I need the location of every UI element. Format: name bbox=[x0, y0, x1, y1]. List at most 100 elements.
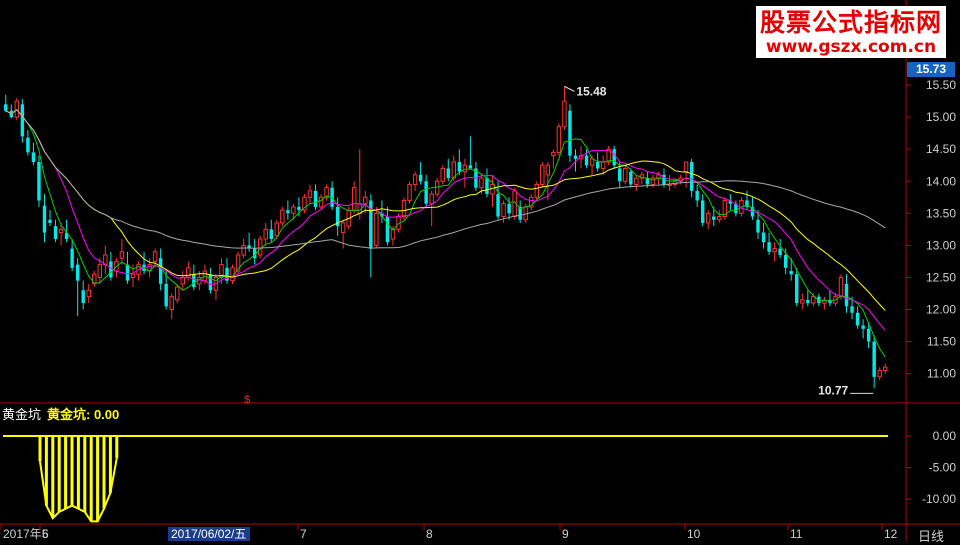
candle-body bbox=[31, 152, 36, 163]
candle-body bbox=[490, 183, 495, 195]
candle-body bbox=[612, 149, 616, 166]
candle-body bbox=[872, 341, 876, 377]
candle-body bbox=[883, 366, 888, 371]
candle-body bbox=[838, 276, 844, 298]
candle-body bbox=[877, 369, 882, 378]
candle-body bbox=[462, 164, 468, 173]
candle-body bbox=[125, 264, 130, 281]
candle-body bbox=[390, 228, 396, 240]
candle-body bbox=[689, 162, 694, 191]
sub-tick-label: -5.00 bbox=[929, 461, 957, 475]
candle-body bbox=[623, 167, 628, 182]
candle-body bbox=[795, 274, 799, 304]
candle-body bbox=[866, 328, 871, 342]
candle-body bbox=[26, 137, 30, 153]
candle-body bbox=[806, 299, 810, 304]
candle-body bbox=[407, 183, 412, 202]
candle-body bbox=[540, 164, 545, 185]
candle-body bbox=[584, 155, 589, 166]
candle-body bbox=[418, 174, 423, 182]
moving-average-line bbox=[5, 109, 886, 358]
price-tick-label: 12.50 bbox=[926, 270, 956, 284]
candle-body bbox=[600, 161, 606, 169]
candle-body bbox=[434, 180, 440, 195]
candle-body bbox=[656, 174, 661, 179]
candle-body bbox=[551, 151, 556, 157]
candle-body bbox=[629, 171, 633, 185]
moving-average-line bbox=[5, 109, 886, 249]
time-tick-label: 6 bbox=[42, 527, 49, 541]
candle-body bbox=[291, 206, 296, 214]
watermark-title: 股票公式指标网 bbox=[759, 8, 942, 37]
candle-body bbox=[20, 104, 25, 137]
candle-body bbox=[280, 209, 285, 224]
candle-body bbox=[534, 183, 539, 198]
candle-body bbox=[374, 212, 379, 246]
candle-body bbox=[844, 283, 849, 307]
stock-chart: 15.50 15.00 14.50 14.00 13.50 13.00 12.50 12.00… bbox=[0, 0, 960, 541]
candle-body bbox=[318, 196, 324, 208]
candle-body bbox=[485, 178, 489, 195]
candle-body bbox=[479, 177, 484, 189]
candle-body bbox=[618, 168, 622, 182]
price-tick-label: 14.00 bbox=[926, 174, 956, 188]
candle-body bbox=[695, 190, 699, 201]
candle-body bbox=[130, 273, 136, 278]
candle-body bbox=[274, 222, 280, 237]
candle-body bbox=[501, 203, 506, 218]
time-tick-label: 11 bbox=[790, 527, 803, 541]
candle-body bbox=[700, 200, 705, 223]
candle-body bbox=[307, 190, 313, 198]
candle-body bbox=[401, 200, 407, 218]
candle-body bbox=[717, 216, 722, 221]
candle-body bbox=[86, 289, 91, 298]
candle-body bbox=[208, 274, 213, 291]
candle-body bbox=[241, 244, 246, 256]
candle-body bbox=[650, 177, 656, 185]
period-label[interactable]: 日线 bbox=[918, 526, 944, 545]
time-tick-label: 10 bbox=[687, 527, 701, 541]
sub-tick-label: -10.00 bbox=[922, 492, 956, 506]
candle-body bbox=[800, 299, 805, 304]
candle-body bbox=[562, 100, 567, 128]
candle-body bbox=[81, 290, 85, 304]
candle-body bbox=[861, 325, 865, 329]
candle-body bbox=[573, 155, 578, 159]
candle-body bbox=[440, 167, 445, 182]
candle-body bbox=[429, 193, 434, 205]
candle-body bbox=[706, 212, 711, 224]
price-tick-label: 15.00 bbox=[926, 110, 956, 124]
sub-tick-label: 0.00 bbox=[933, 429, 957, 443]
candle-body bbox=[683, 161, 689, 173]
candle-body bbox=[811, 296, 816, 304]
candle-body bbox=[97, 264, 103, 278]
candle-body bbox=[263, 228, 268, 240]
watermark-logo: 股票公式指标网 www.gszx.com.cn bbox=[755, 6, 946, 58]
candle-body bbox=[313, 190, 318, 207]
candle-body bbox=[175, 286, 180, 301]
candle-body bbox=[568, 110, 572, 156]
time-tick-label: 7 bbox=[300, 527, 307, 541]
candle-body bbox=[457, 162, 462, 172]
low-label: 10.77 bbox=[818, 383, 848, 397]
candle-body bbox=[772, 248, 777, 253]
candle-body bbox=[789, 271, 793, 275]
candle-body bbox=[556, 126, 562, 153]
candle-body bbox=[756, 219, 760, 233]
candle-body bbox=[48, 219, 52, 223]
candle-body bbox=[340, 222, 346, 234]
candle-body bbox=[778, 248, 782, 256]
high-marker-arrow bbox=[564, 85, 575, 92]
sub-panel-title: 黄金坑 黄金坑: 0.00 bbox=[2, 404, 119, 423]
last-price-badge: 15.73 bbox=[907, 62, 955, 77]
candle-body bbox=[424, 181, 428, 204]
candle-body bbox=[180, 276, 185, 285]
time-tick-label: 12 bbox=[884, 527, 898, 541]
price-tick-label: 11.00 bbox=[927, 367, 956, 381]
candle-body bbox=[158, 258, 163, 284]
candle-body bbox=[192, 274, 196, 288]
price-tick-label: 14.50 bbox=[926, 142, 956, 156]
candle-body bbox=[152, 251, 158, 262]
candle-body bbox=[761, 232, 766, 243]
candle-body bbox=[286, 210, 290, 214]
